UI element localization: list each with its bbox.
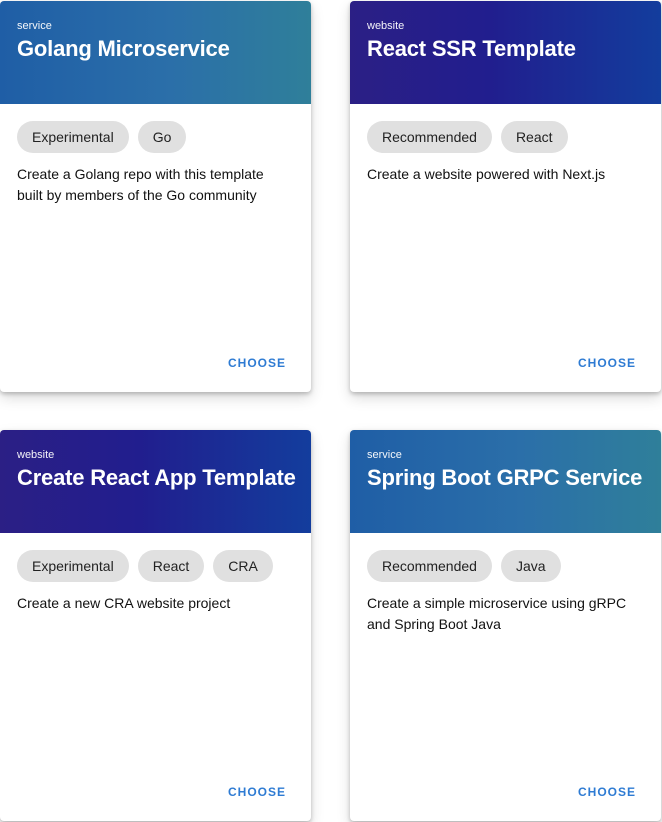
tag-chip: CRA	[213, 550, 273, 582]
template-card-grid: service Golang Microservice Experimental…	[0, 0, 662, 822]
card-body: Recommended Java Create a simple microse…	[350, 533, 661, 635]
card-description: Create a simple microservice using gRPC …	[367, 595, 627, 632]
template-card-react-ssr: website React SSR Template Recommended R…	[350, 1, 661, 392]
card-title: React SSR Template	[367, 36, 576, 61]
tag-chip: Recommended	[367, 550, 492, 582]
choose-button[interactable]: CHOOSE	[228, 785, 286, 799]
card-type: service	[17, 20, 52, 32]
template-card-golang-microservice: service Golang Microservice Experimental…	[0, 1, 311, 392]
card-title: Spring Boot GRPC Service	[367, 465, 643, 490]
card-body: Experimental Go Create a Golang repo wit…	[0, 104, 311, 206]
card-type: website	[367, 20, 405, 32]
card-title: Golang Microservice	[17, 36, 230, 61]
card-type: service	[367, 449, 402, 461]
card-type: website	[17, 449, 55, 461]
tag-chip: React	[137, 550, 205, 582]
choose-button[interactable]: CHOOSE	[578, 356, 636, 370]
card-header: website React SSR Template	[350, 1, 661, 104]
tag-list: Recommended React	[367, 121, 644, 153]
tag-list: Recommended Java	[367, 550, 644, 582]
tag-chip: Recommended	[367, 121, 492, 153]
card-description: Create a website powered with Next.js	[367, 166, 606, 182]
card-title: Create React App Template	[17, 465, 296, 490]
choose-button[interactable]: CHOOSE	[228, 356, 286, 370]
tag-chip: Experimental	[17, 121, 129, 153]
tag-chip: Go	[137, 121, 187, 153]
tag-chip: Java	[500, 550, 561, 582]
card-header: service Golang Microservice	[0, 1, 311, 104]
card-header: website Create React App Template	[0, 430, 311, 533]
card-header: service Spring Boot GRPC Service	[350, 430, 661, 533]
tag-chip: React	[500, 121, 568, 153]
template-card-spring-boot-grpc: service Spring Boot GRPC Service Recomme…	[350, 430, 661, 821]
card-body: Recommended React Create a website power…	[350, 104, 661, 185]
tag-list: Experimental Go	[17, 121, 294, 153]
template-card-create-react-app: website Create React App Template Experi…	[0, 430, 311, 821]
card-description: Create a new CRA website project	[17, 595, 231, 611]
choose-button[interactable]: CHOOSE	[578, 785, 636, 799]
card-body: Experimental React CRA Create a new CRA …	[0, 533, 311, 614]
card-description: Create a Golang repo with this template …	[17, 166, 264, 203]
tag-list: Experimental React CRA	[17, 550, 294, 582]
tag-chip: Experimental	[17, 550, 129, 582]
